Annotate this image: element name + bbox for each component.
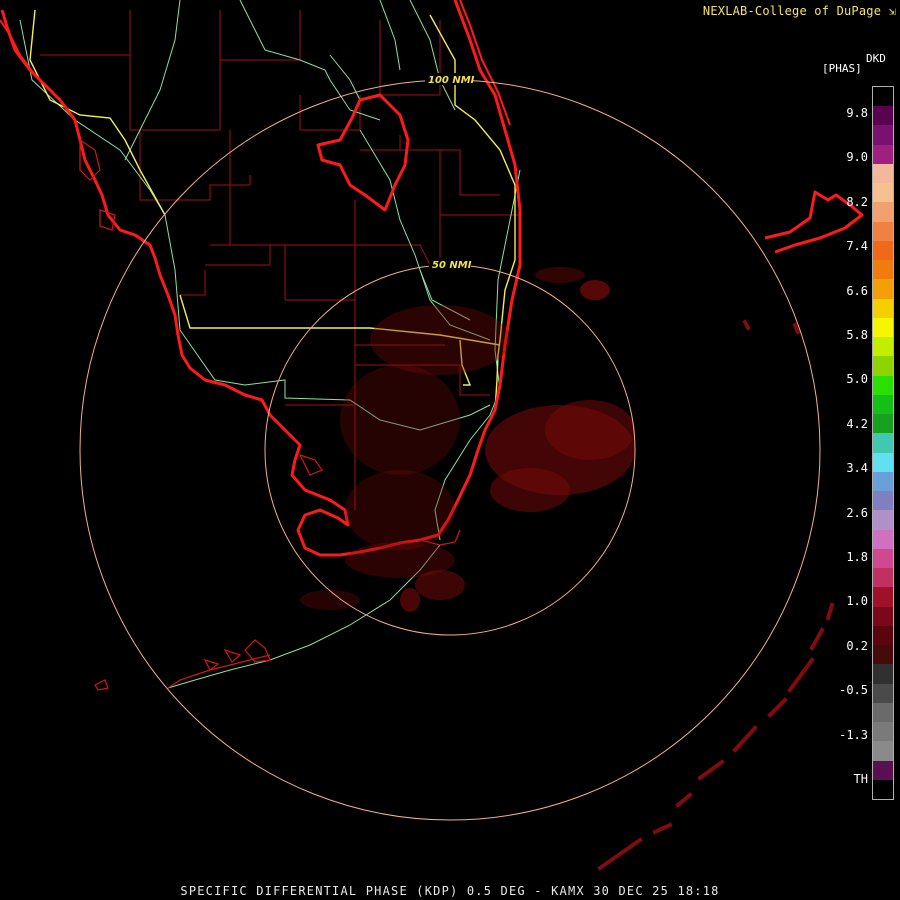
color-scale-segment xyxy=(873,664,893,685)
color-scale-segment xyxy=(873,183,893,204)
color-scale-tick-label: 2.6 xyxy=(846,505,868,520)
color-scale-tick-label: 9.0 xyxy=(846,150,868,165)
color-scale-segment xyxy=(873,722,893,742)
color-scale-segment xyxy=(873,587,893,608)
color-scale-segment xyxy=(873,741,893,762)
color-scale-tick-label: 6.6 xyxy=(846,283,868,298)
color-scale-tick-label: 5.8 xyxy=(846,328,868,342)
color-scale-segment xyxy=(873,452,893,473)
color-scale-segment xyxy=(873,491,893,511)
color-scale-tick-label: 7.4 xyxy=(846,239,868,254)
color-scale-segment xyxy=(873,375,893,396)
color-scale-segment xyxy=(873,202,893,223)
color-scale-segment xyxy=(873,317,893,338)
color-scale-segment xyxy=(873,568,893,588)
color-scale-segment xyxy=(873,779,893,799)
color-scale-tick-label: -0.5 xyxy=(839,683,868,698)
color-scale-segment xyxy=(873,645,893,665)
color-scale-segment xyxy=(873,337,893,357)
color-scale-segment xyxy=(873,471,893,492)
cod-arrow-icon: ⇲ xyxy=(888,4,896,18)
product-caption: SPECIFIC DIFFERENTIAL PHASE (KDP) 0.5 DE… xyxy=(180,884,720,898)
radar-map: 100 NMI 50 NMI xyxy=(0,0,864,871)
color-scale-segment xyxy=(873,625,893,646)
color-scale-segment xyxy=(873,144,893,165)
color-scale-segment xyxy=(873,87,893,107)
range-labels: 100 NMI 50 NMI xyxy=(425,73,475,271)
color-scale-tick-label: 3.4 xyxy=(846,461,868,476)
color-scale-segment xyxy=(873,221,893,242)
color-scale-segment xyxy=(873,106,893,127)
color-scale-segment xyxy=(873,260,893,281)
color-scale-tick-label: 5.0 xyxy=(846,372,868,387)
color-scale-tick-label: 0.2 xyxy=(846,638,868,653)
credit-text: NEXLAB-College of DuPage xyxy=(702,4,882,18)
color-scale-segment xyxy=(873,548,893,569)
color-scale-tick-label: -1.3 xyxy=(839,727,868,742)
credit-banner: NEXLAB-College of DuPage ⇲ xyxy=(703,4,896,18)
color-scale-segment xyxy=(873,356,893,377)
radar-echo-bands xyxy=(597,319,835,871)
color-scale-segment xyxy=(873,683,893,704)
color-scale-tick-label: 9.8 xyxy=(846,106,868,120)
color-scale-segment xyxy=(873,414,893,434)
color-scale-segment xyxy=(873,163,893,184)
color-scale-segment xyxy=(873,760,893,781)
color-scale-tick-label: 1.8 xyxy=(846,550,868,564)
legend-product-code: DKD xyxy=(866,52,886,65)
range-label-50nmi: 50 NMI xyxy=(432,260,472,271)
color-scale-segment xyxy=(873,240,893,261)
color-scale-tick-label: TH xyxy=(853,772,868,786)
range-label-100nmi: 100 NMI xyxy=(428,75,475,86)
color-scale-tick-label: 1.0 xyxy=(846,594,868,609)
color-scale-bar xyxy=(872,86,894,800)
color-scale-segment xyxy=(873,394,893,415)
color-scale-tick-label: 4.2 xyxy=(846,416,868,431)
color-scale-segment xyxy=(873,606,893,627)
color-scale-segment xyxy=(873,529,893,550)
color-scale-segment xyxy=(873,298,893,319)
color-scale-segment xyxy=(873,279,893,300)
color-scale-segment xyxy=(873,702,893,723)
radar-echoes xyxy=(300,267,635,612)
legend-unit: [PHAS] xyxy=(822,62,862,75)
color-scale-segment xyxy=(873,510,893,531)
color-scale-tick-label: 8.2 xyxy=(846,194,868,209)
color-scale-segment xyxy=(873,125,893,146)
color-scale-segment xyxy=(873,433,893,454)
